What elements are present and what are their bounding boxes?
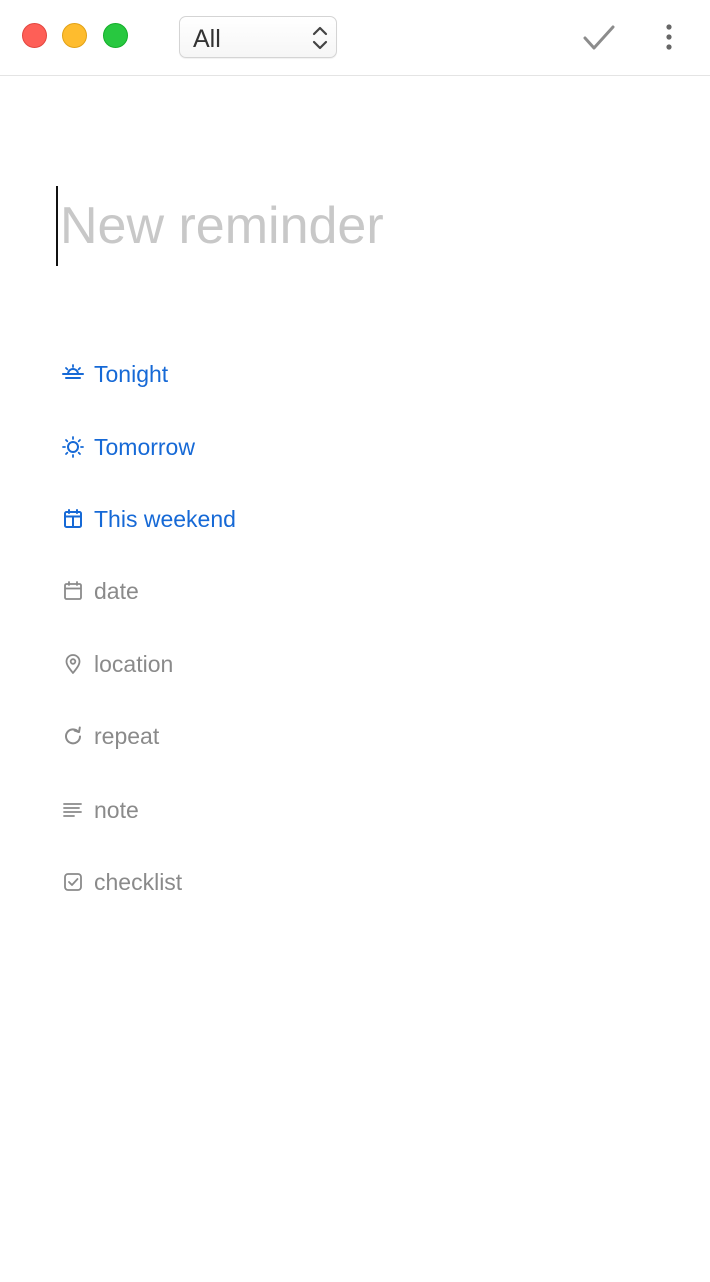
calendar-icon xyxy=(64,581,82,600)
list-selector[interactable]: All xyxy=(179,16,337,58)
updown-chevron-icon xyxy=(312,26,328,50)
note-lines-icon xyxy=(63,803,82,817)
calendar-weekend-icon xyxy=(64,509,82,528)
location-pin-icon xyxy=(65,654,81,674)
reminder-title-input[interactable] xyxy=(56,186,656,266)
quick-option-label: Tomorrow xyxy=(94,434,195,460)
field-label: location xyxy=(94,651,174,677)
checkmark-icon[interactable] xyxy=(580,20,618,56)
field-label: note xyxy=(94,797,139,823)
field-date[interactable]: date xyxy=(60,571,139,611)
field-note[interactable]: note xyxy=(60,790,139,830)
list-selector-value: All xyxy=(193,25,221,53)
checkbox-icon xyxy=(64,873,82,891)
field-label: repeat xyxy=(94,723,160,749)
field-label: checklist xyxy=(94,869,183,895)
field-repeat[interactable]: repeat xyxy=(60,716,159,756)
quick-option-tonight[interactable]: Tonight xyxy=(60,354,168,394)
more-vertical-icon[interactable] xyxy=(656,20,682,56)
field-label: date xyxy=(94,578,139,604)
quick-option-label: Tonight xyxy=(94,361,169,387)
quick-option-label: This weekend xyxy=(94,506,236,532)
toolbar: All xyxy=(0,0,710,76)
quick-option-tomorrow[interactable]: Tomorrow xyxy=(60,427,195,467)
quick-option-this-weekend[interactable]: This weekend xyxy=(60,499,236,539)
sunset-icon xyxy=(62,364,84,379)
field-checklist[interactable]: checklist xyxy=(60,862,182,902)
field-location[interactable]: location xyxy=(60,644,173,684)
reminder-window: All Tonight xyxy=(0,0,710,1282)
minimize-icon[interactable] xyxy=(62,23,87,48)
close-icon[interactable] xyxy=(22,23,47,48)
zoom-icon[interactable] xyxy=(103,23,128,48)
repeat-icon xyxy=(65,726,81,745)
sun-icon xyxy=(62,436,84,458)
